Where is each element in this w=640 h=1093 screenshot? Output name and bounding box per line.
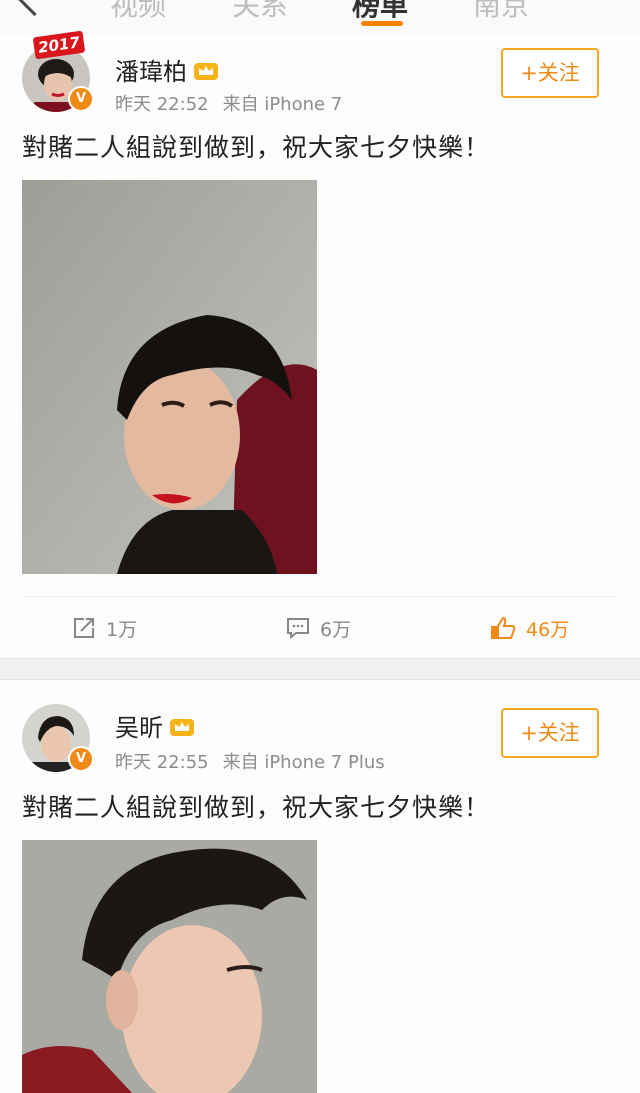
weibo-post: 2017 V 潘瑋柏 昨天 22:52 来自 iPhone 7 +关注 對賭二人組… (0, 30, 640, 659)
comment-count: 6万 (320, 619, 352, 641)
post-image[interactable] (22, 180, 317, 574)
post-source[interactable]: 来自 iPhone 7 Plus (223, 752, 385, 773)
post-divider (0, 658, 640, 680)
post-source[interactable]: 来自 iPhone 7 (223, 94, 343, 115)
follow-button[interactable]: +关注 (501, 48, 599, 98)
tab-relations[interactable]: 关系 (232, 0, 288, 24)
crown-icon (194, 63, 218, 80)
verified-v-icon: V (68, 86, 94, 112)
post-time: 昨天 22:52 (115, 94, 209, 115)
repost-count: 1万 (106, 619, 138, 641)
comment-icon (287, 618, 309, 640)
author-name[interactable]: 吴昕 (115, 714, 163, 742)
repost-icon (74, 618, 94, 638)
verified-v-icon: V (68, 746, 94, 772)
like-button[interactable]: 46万 (490, 615, 569, 642)
active-tab-indicator (361, 21, 403, 26)
post-text: 對賭二人組說到做到，祝大家七夕快樂！ (22, 793, 491, 822)
crown-icon (170, 719, 194, 736)
post-meta: 昨天 22:52 来自 iPhone 7 (115, 90, 356, 116)
post-time: 昨天 22:55 (115, 752, 209, 773)
tab-nanjing[interactable]: 南京 (473, 0, 529, 24)
author-name-row: 潘瑋柏 (115, 52, 219, 87)
post-meta: 昨天 22:55 来自 iPhone 7 Plus (115, 748, 399, 774)
author-name-row: 吴昕 (115, 708, 195, 743)
post-text: 對賭二人組說到做到，祝大家七夕快樂！ (22, 133, 491, 162)
tab-video[interactable]: 视频 (110, 0, 166, 24)
like-count: 46万 (526, 619, 570, 641)
like-icon (491, 616, 516, 639)
post-action-bar: 1万 6万 46万 (22, 596, 618, 659)
author-name[interactable]: 潘瑋柏 (115, 58, 187, 86)
follow-button[interactable]: +关注 (501, 708, 599, 758)
repost-button[interactable]: 1万 (72, 615, 137, 642)
comment-button[interactable]: 6万 (286, 615, 351, 642)
weibo-post: V 吴昕 昨天 22:55 来自 iPhone 7 Plus +关注 對賭二人組說… (0, 680, 640, 1093)
back-arrow-icon[interactable] (16, 0, 53, 17)
top-tab-bar: 视频 关系 榜单 南京 (0, 0, 640, 35)
post-image[interactable] (22, 840, 317, 1093)
